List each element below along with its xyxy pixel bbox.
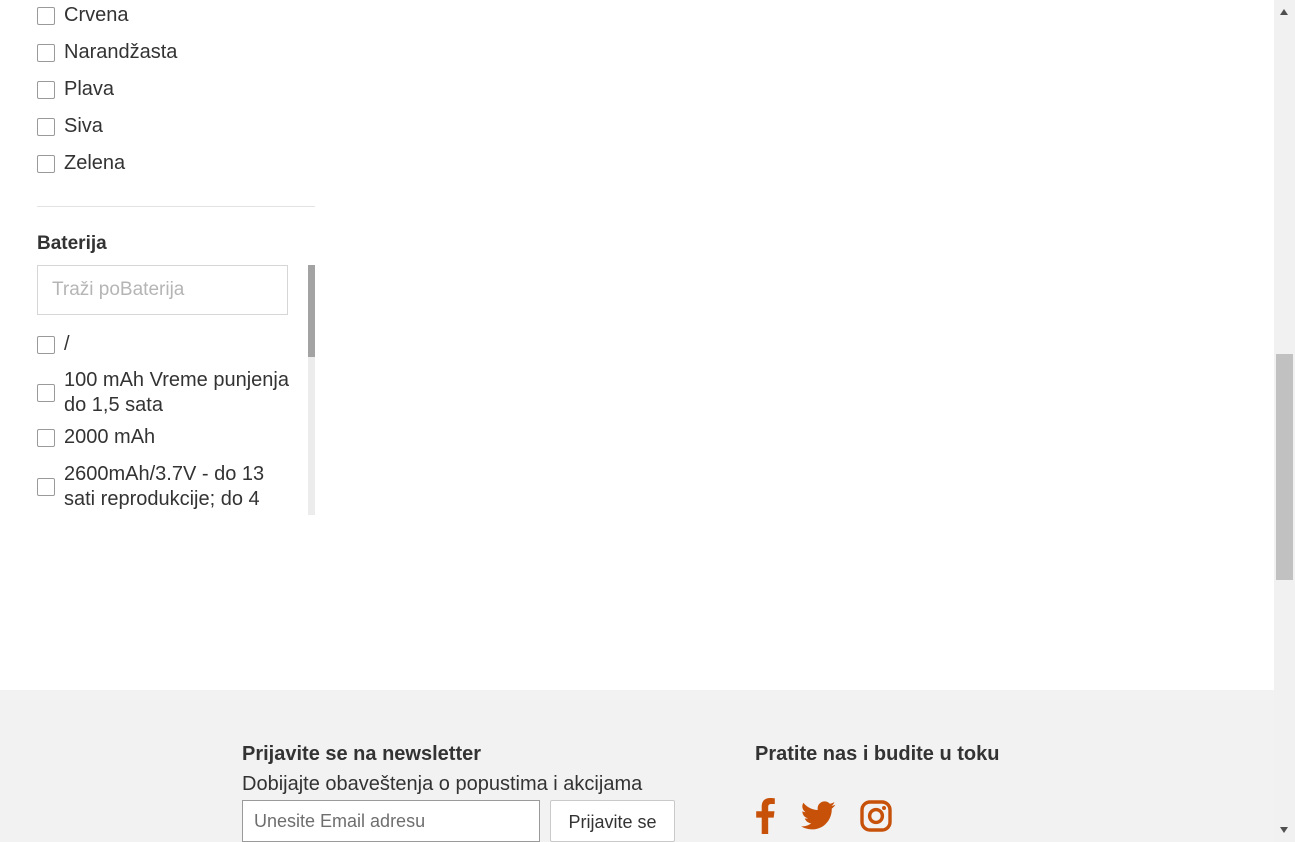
option-label: Siva xyxy=(64,115,103,137)
checkbox[interactable] xyxy=(37,428,55,447)
filter-option-zelena[interactable]: Zelena xyxy=(37,152,125,175)
checkbox[interactable] xyxy=(37,384,55,402)
checkbox[interactable] xyxy=(37,80,55,99)
battery-filter-title: Baterija xyxy=(37,233,107,254)
facebook-icon[interactable] xyxy=(754,798,776,834)
option-label: 2600mAh/3.7V - do 13 sati reprodukcije; … xyxy=(64,463,265,510)
battery-option-list[interactable]: / 100 mAh Vreme punjenja do 1,5 sata 200… xyxy=(37,325,302,515)
battery-option[interactable]: 100 mAh Vreme punjenja do 1,5 sata xyxy=(37,368,300,418)
checkbox[interactable] xyxy=(37,478,55,496)
twitter-icon[interactable] xyxy=(801,798,836,834)
battery-option[interactable]: 2000 mAh xyxy=(37,425,300,450)
newsletter-email-input[interactable] xyxy=(242,800,540,842)
social-title: Pratite nas i budite u toku xyxy=(755,743,1000,765)
checkbox[interactable] xyxy=(37,335,55,354)
option-label: Crvena xyxy=(64,4,129,26)
filter-option-crvena[interactable]: Crvena xyxy=(37,4,128,27)
newsletter-subtitle: Dobijajte obaveštenja o popustima i akci… xyxy=(242,773,643,795)
scroll-down-arrow-icon[interactable] xyxy=(1280,827,1288,833)
battery-option[interactable]: 2600mAh/3.7V - do 13 sati reprodukcije; … xyxy=(37,462,300,512)
page-viewport: Crvena Narandžasta Plava Siva Zelena Bat… xyxy=(0,0,1274,842)
page-scroll-thumb[interactable] xyxy=(1276,354,1293,580)
battery-list-scroll-thumb[interactable] xyxy=(308,265,315,357)
checkbox[interactable] xyxy=(37,154,55,173)
scroll-up-arrow-icon[interactable] xyxy=(1280,9,1288,15)
newsletter-title: Prijavite se na newsletter xyxy=(242,743,482,765)
instagram-icon[interactable] xyxy=(860,798,892,834)
checkbox[interactable] xyxy=(37,43,55,62)
checkbox[interactable] xyxy=(37,6,55,25)
option-label: Narandžasta xyxy=(64,41,178,63)
battery-search-input[interactable] xyxy=(37,265,288,315)
option-label: / xyxy=(64,333,70,355)
option-label: 100 mAh Vreme punjenja do 1,5 sata xyxy=(64,369,289,416)
filter-option-siva[interactable]: Siva xyxy=(37,115,103,138)
option-label: Zelena xyxy=(64,152,126,174)
newsletter-submit-button[interactable]: Prijavite se xyxy=(550,800,675,842)
option-label: 2000 mAh xyxy=(64,426,156,448)
battery-option[interactable]: / xyxy=(37,332,300,357)
checkbox[interactable] xyxy=(37,117,55,136)
option-label: Plava xyxy=(64,78,115,100)
filter-divider xyxy=(37,206,315,207)
filter-option-narandzasta[interactable]: Narandžasta xyxy=(37,41,177,64)
filter-option-plava[interactable]: Plava xyxy=(37,78,114,101)
